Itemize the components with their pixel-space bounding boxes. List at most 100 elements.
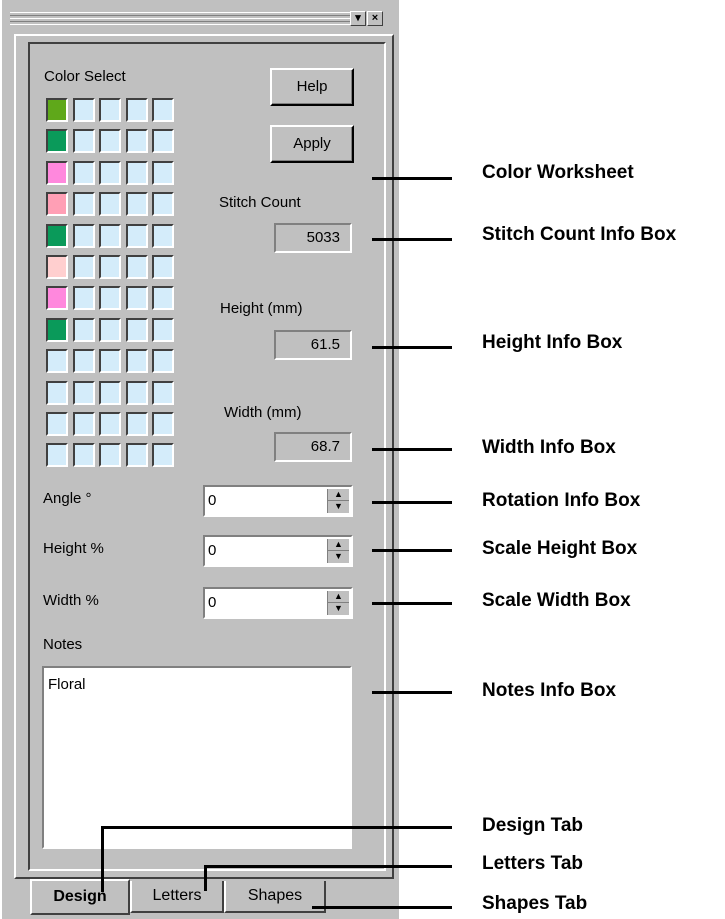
color-select-label: Color Select xyxy=(44,68,126,85)
color-cell[interactable] xyxy=(46,192,68,217)
color-cell[interactable] xyxy=(152,443,174,468)
height-info-box: 61.5 xyxy=(274,330,352,360)
color-cell[interactable] xyxy=(46,255,68,279)
color-cell[interactable] xyxy=(72,286,95,311)
color-cell[interactable] xyxy=(46,160,68,185)
color-cell[interactable] xyxy=(72,160,95,185)
color-cell[interactable] xyxy=(46,380,68,405)
color-cell[interactable] xyxy=(99,192,121,217)
color-cell[interactable] xyxy=(99,160,121,185)
color-cell[interactable] xyxy=(46,317,68,342)
minimize-button[interactable]: ▾ xyxy=(350,11,366,26)
callout-line-color-worksheet xyxy=(372,177,452,180)
spin-up-icon[interactable]: ▲ xyxy=(328,591,349,603)
color-cell[interactable] xyxy=(125,286,148,311)
color-cell[interactable] xyxy=(152,380,174,405)
color-cell[interactable] xyxy=(125,98,148,122)
color-cell[interactable] xyxy=(72,380,95,405)
rotation-input[interactable]: 0 ▲ ▼ xyxy=(203,485,353,517)
color-cell[interactable] xyxy=(152,129,174,154)
color-cell[interactable] xyxy=(99,98,121,122)
color-cell[interactable] xyxy=(125,349,148,374)
color-cell[interactable] xyxy=(46,223,68,248)
notes-value: Floral xyxy=(48,676,86,693)
color-cell[interactable] xyxy=(46,412,68,436)
color-cell[interactable] xyxy=(125,380,148,405)
color-cell[interactable] xyxy=(152,160,174,185)
color-cell[interactable] xyxy=(125,223,148,248)
color-cell[interactable] xyxy=(99,255,121,279)
color-cell[interactable] xyxy=(99,443,121,468)
color-cell[interactable] xyxy=(125,160,148,185)
callout-vline-design-tab xyxy=(101,826,104,892)
color-cell[interactable] xyxy=(46,129,68,154)
color-cell[interactable] xyxy=(72,349,95,374)
width-info-box: 68.7 xyxy=(274,432,352,462)
notes-label: Notes xyxy=(43,636,83,653)
tab-design[interactable]: Design xyxy=(30,879,130,915)
color-cell[interactable] xyxy=(46,98,68,122)
apply-button[interactable]: Apply xyxy=(270,125,354,163)
color-cell[interactable] xyxy=(152,98,174,122)
spin-down-icon[interactable]: ▼ xyxy=(328,551,349,563)
color-cell[interactable] xyxy=(125,255,148,279)
color-cell[interactable] xyxy=(46,286,68,311)
color-cell[interactable] xyxy=(125,412,148,436)
color-cell[interactable] xyxy=(72,192,95,217)
color-cell[interactable] xyxy=(72,412,95,436)
color-cell[interactable] xyxy=(152,286,174,311)
scale-height-value: 0 xyxy=(208,542,217,559)
callout-line-letters-tab xyxy=(204,865,452,868)
color-cell[interactable] xyxy=(72,98,95,122)
tab-letters[interactable]: Letters xyxy=(130,881,224,913)
color-cell[interactable] xyxy=(152,255,174,279)
panel-title-bar[interactable] xyxy=(10,12,350,26)
color-cell[interactable] xyxy=(72,223,95,248)
spin-down-icon[interactable]: ▼ xyxy=(328,603,349,615)
help-button[interactable]: Help xyxy=(270,68,354,106)
color-cell[interactable] xyxy=(125,443,148,468)
chevron-down-icon: ▾ xyxy=(355,12,361,24)
height-label: Height (mm) xyxy=(220,300,303,317)
callout-shapes-tab: Shapes Tab xyxy=(482,893,588,914)
callout-line-scale-width xyxy=(372,602,452,605)
scale-height-input[interactable]: 0 ▲ ▼ xyxy=(203,535,353,567)
callout-width-info-box: Width Info Box xyxy=(482,437,616,458)
spin-up-icon[interactable]: ▲ xyxy=(328,489,349,501)
notes-textarea[interactable]: Floral xyxy=(42,666,352,849)
color-cell[interactable] xyxy=(125,192,148,217)
color-cell[interactable] xyxy=(125,317,148,342)
color-cell[interactable] xyxy=(46,349,68,374)
tab-shapes[interactable]: Shapes xyxy=(224,881,326,913)
color-cell[interactable] xyxy=(152,223,174,248)
color-cell[interactable] xyxy=(99,223,121,248)
color-cell[interactable] xyxy=(99,317,121,342)
scale-height-spinner[interactable]: ▲ ▼ xyxy=(327,539,349,563)
color-cell[interactable] xyxy=(152,192,174,217)
color-cell[interactable] xyxy=(125,129,148,154)
color-cell[interactable] xyxy=(99,380,121,405)
scale-width-input[interactable]: 0 ▲ ▼ xyxy=(203,587,353,619)
callout-letters-tab: Letters Tab xyxy=(482,853,584,874)
color-cell[interactable] xyxy=(99,349,121,374)
color-cell[interactable] xyxy=(72,317,95,342)
color-cell[interactable] xyxy=(99,286,121,311)
color-cell[interactable] xyxy=(72,255,95,279)
color-cell[interactable] xyxy=(72,443,95,468)
scale-width-spinner[interactable]: ▲ ▼ xyxy=(327,591,349,615)
close-button[interactable]: × xyxy=(367,11,383,26)
callout-line-design-tab xyxy=(101,826,452,829)
rotation-value: 0 xyxy=(208,492,217,509)
callout-notes-info-box: Notes Info Box xyxy=(482,680,617,701)
spin-down-icon[interactable]: ▼ xyxy=(328,501,349,513)
color-cell[interactable] xyxy=(99,412,121,436)
color-cell[interactable] xyxy=(99,129,121,154)
rotation-spinner[interactable]: ▲ ▼ xyxy=(327,489,349,513)
color-cell[interactable] xyxy=(152,317,174,342)
stitch-count-info-box: 5033 xyxy=(274,223,352,253)
color-cell[interactable] xyxy=(46,443,68,468)
color-cell[interactable] xyxy=(152,412,174,436)
spin-up-icon[interactable]: ▲ xyxy=(328,539,349,551)
color-cell[interactable] xyxy=(152,349,174,374)
color-cell[interactable] xyxy=(72,129,95,154)
